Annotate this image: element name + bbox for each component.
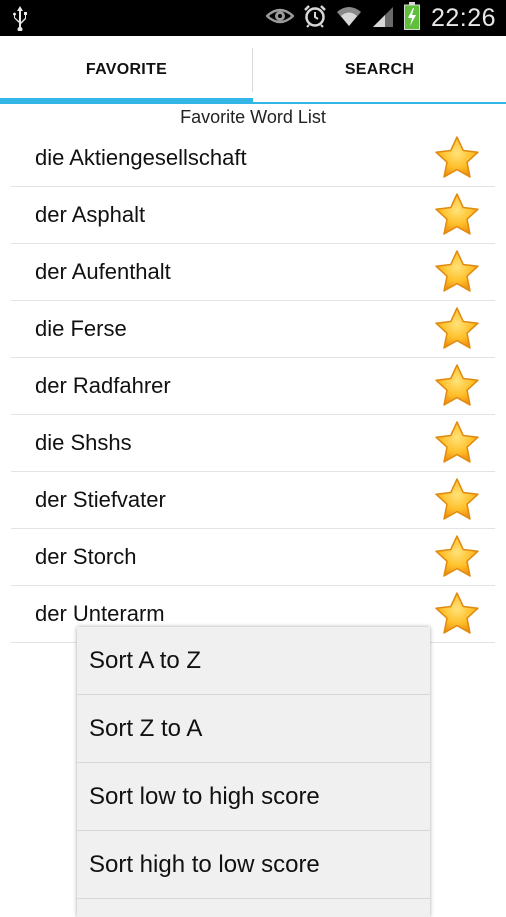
alarm-icon	[303, 4, 327, 33]
sort-low-to-high-item[interactable]: Sort low to high score	[77, 763, 430, 831]
signal-icon	[371, 5, 395, 32]
word-label: die Shshs	[35, 430, 132, 455]
sort-a-to-z-item[interactable]: Sort A to Z	[77, 627, 430, 695]
eye-icon	[265, 6, 295, 31]
tab-favorite-label: FAVORITE	[85, 61, 168, 78]
tab-bar: FAVORITE SEARCH	[0, 36, 506, 104]
sort-menu: Sort A to Z Sort Z to A Sort low to high…	[77, 627, 430, 917]
clock-time: 22:26	[430, 3, 496, 32]
usb-icon	[10, 5, 30, 36]
word-label: der Radfahrer	[35, 373, 171, 398]
sort-high-to-low-item[interactable]: Sort high to low score	[77, 831, 430, 899]
word-label: der Aufenthalt	[35, 259, 171, 284]
favorite-star-icon[interactable]	[434, 420, 480, 466]
favorite-star-icon[interactable]	[434, 249, 480, 295]
list-item[interactable]: der Storch	[11, 529, 495, 586]
word-label: die Aktiengesellschaft	[35, 145, 247, 170]
status-bar: 22:26	[0, 0, 506, 36]
list-item[interactable]: der Aufenthalt	[11, 244, 495, 301]
list-item[interactable]: der Radfahrer	[11, 358, 495, 415]
favorite-star-icon[interactable]	[434, 477, 480, 523]
word-label: der Asphalt	[35, 202, 146, 227]
tab-divider	[252, 48, 253, 92]
list-item[interactable]: der Stiefvater	[11, 472, 495, 529]
favorite-star-icon[interactable]	[434, 192, 480, 238]
wifi-icon	[336, 5, 362, 32]
favorite-star-icon[interactable]	[434, 306, 480, 352]
list-item[interactable]: die Ferse	[11, 301, 495, 358]
list-item[interactable]: der Asphalt	[11, 187, 495, 244]
tab-search[interactable]: SEARCH	[253, 36, 506, 104]
favorite-star-icon[interactable]	[434, 135, 480, 181]
tab-search-label: SEARCH	[344, 61, 415, 78]
list-title: Favorite Word List	[180, 107, 326, 127]
favorite-star-icon[interactable]	[434, 534, 480, 580]
sort-z-to-a-item[interactable]: Sort Z to A	[77, 695, 430, 763]
favorite-star-icon[interactable]	[434, 363, 480, 409]
tab-favorite[interactable]: FAVORITE	[0, 36, 253, 104]
word-label: die Ferse	[35, 316, 127, 341]
word-label: der Stiefvater	[35, 487, 166, 512]
battery-charging-icon	[403, 1, 420, 35]
favorite-star-icon[interactable]	[434, 591, 480, 637]
list-item[interactable]: die Aktiengesellschaft	[11, 130, 495, 187]
list-item[interactable]: die Shshs	[11, 415, 495, 472]
favorite-word-list: die Aktiengesellschaft der Asphalt der Auf…	[11, 130, 495, 643]
word-label: der Storch	[35, 544, 137, 569]
